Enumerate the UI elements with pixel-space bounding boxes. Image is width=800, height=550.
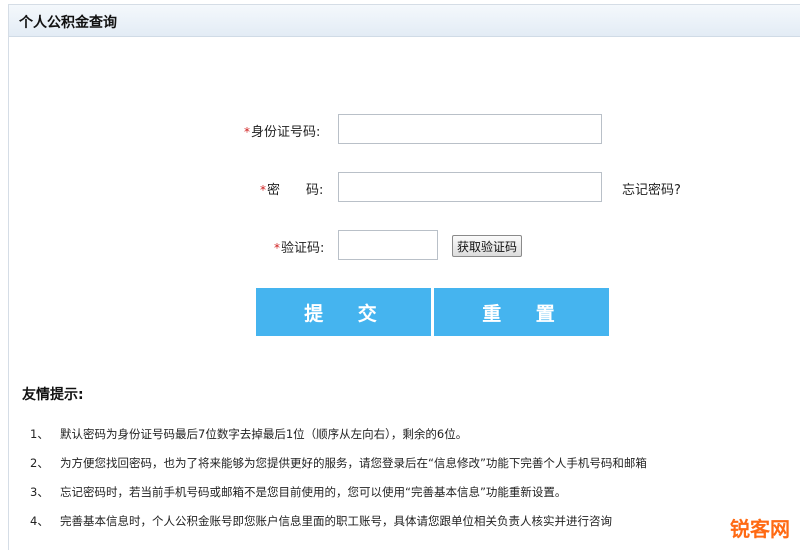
password-input[interactable] <box>338 172 602 202</box>
password-label-text: 密 码: <box>267 183 324 198</box>
header-bar: 个人公积金查询 <box>9 5 800 37</box>
tip-item: 3、 忘记密码时，若当前手机号码或邮箱不是您目前使用的，您可以使用“完善基本信息”… <box>30 484 800 500</box>
tips-title: 友情提示: <box>22 387 84 403</box>
id-number-label-text: 身份证号码: <box>251 125 321 140</box>
required-mark: * <box>260 183 266 197</box>
reset-button[interactable]: 重 置 <box>434 288 609 336</box>
tip-text: 为方便您找回密码，也为了将来能够为您提供更好的服务，请您登录后在“信息修改”功能… <box>60 456 647 470</box>
tip-number: 2、 <box>30 456 49 470</box>
tip-text: 完善基本信息时，个人公积金账号即您账户信息里面的职工账号，具体请您跟单位相关负责… <box>60 514 612 528</box>
password-label: *密 码: <box>260 179 323 198</box>
captcha-label: *验证码: <box>274 237 324 256</box>
tip-number: 4、 <box>30 514 49 528</box>
captcha-input[interactable] <box>338 230 438 260</box>
id-number-label: *身份证号码: <box>244 121 320 140</box>
tip-item: 2、 为方便您找回密码，也为了将来能够为您提供更好的服务，请您登录后在“信息修改”… <box>30 455 800 471</box>
tip-text: 默认密码为身份证号码最后7位数字去掉最后1位（顺序从左向右），剩余的6位。 <box>60 427 468 441</box>
required-mark: * <box>244 125 250 139</box>
captcha-label-text: 验证码: <box>281 241 325 256</box>
id-number-input[interactable] <box>338 114 602 144</box>
tip-number: 3、 <box>30 485 49 499</box>
submit-button[interactable]: 提 交 <box>256 288 431 336</box>
tip-text: 忘记密码时，若当前手机号码或邮箱不是您目前使用的，您可以使用“完善基本信息”功能… <box>60 485 567 499</box>
tip-number: 1、 <box>30 427 49 441</box>
forgot-password-link[interactable]: 忘记密码? <box>622 179 681 198</box>
get-captcha-button[interactable]: 获取验证码 <box>452 235 523 257</box>
tip-item: 4、 完善基本信息时，个人公积金账号即您账户信息里面的职工账号，具体请您跟单位相关… <box>30 513 800 529</box>
site-watermark: 锐客网 <box>728 513 792 542</box>
page-title: 个人公积金查询 <box>19 15 117 31</box>
required-mark: * <box>274 241 280 255</box>
tip-item: 1、 默认密码为身份证号码最后7位数字去掉最后1位（顺序从左向右），剩余的6位。 <box>30 426 800 442</box>
